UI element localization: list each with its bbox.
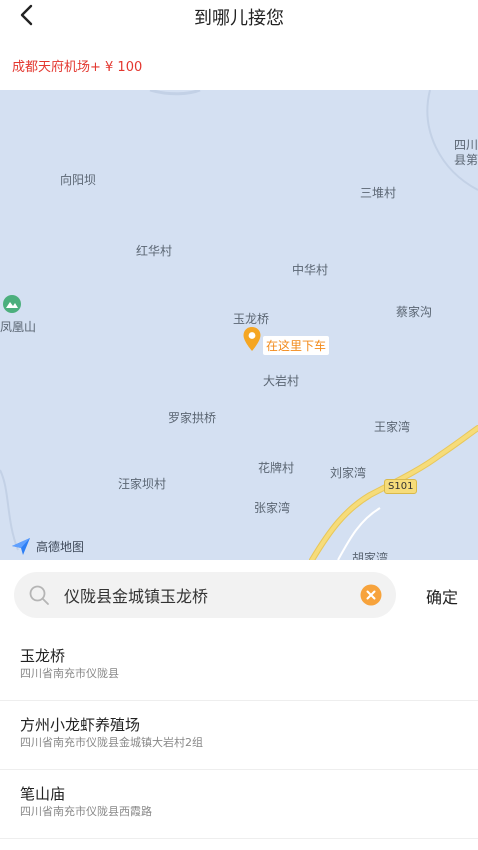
- price-info: 成都天府机场+ ¥ 100: [12, 60, 143, 75]
- mountain-icon: [3, 295, 21, 313]
- header: 到哪儿接您: [0, 0, 478, 32]
- place-label: 胡家湾: [352, 552, 389, 560]
- amap-logo-icon: [12, 538, 30, 555]
- place-label: 花牌村: [258, 461, 295, 475]
- search-box[interactable]: [14, 572, 396, 618]
- place-label: 张家湾: [254, 501, 291, 515]
- search-input[interactable]: [64, 572, 354, 618]
- road-badge: S101: [384, 479, 418, 494]
- result-address: 四川省南充市仪陇县金城镇大岩村2组: [20, 736, 203, 749]
- result-address: 四川省南充市仪陇县西霞路: [20, 805, 152, 818]
- place-label: 大岩村: [263, 374, 300, 388]
- result-name: 笔山庙: [20, 785, 66, 803]
- clear-icon[interactable]: [360, 584, 382, 606]
- result-address: 四川省南充市仪陇县: [20, 667, 119, 680]
- place-label: 罗家拱桥: [168, 411, 217, 425]
- place-label: 玉龙桥: [233, 312, 270, 326]
- result-name: 方州小龙虾养殖场: [20, 716, 141, 734]
- page-title: 到哪儿接您: [194, 8, 284, 29]
- place-label: 汪家坝村: [118, 477, 167, 491]
- map-logo-text: 高德地图: [36, 539, 85, 554]
- search-icon: [29, 585, 49, 605]
- place-label: 四川 县第: [454, 138, 478, 167]
- map-logo: 高德地图: [10, 536, 84, 556]
- result-name: 玉龙桥: [20, 647, 66, 665]
- list-item[interactable]: 方州小龙虾养殖场 四川省南充市仪陇县金城镇大岩村2组: [0, 701, 478, 770]
- location-pin-icon[interactable]: [242, 326, 262, 352]
- place-label: 刘家湾: [330, 466, 367, 480]
- map-view[interactable]: 向阳坝 三堆村 红华村 中华村 凤凰山 玉龙桥 蔡家沟 在这里下车 大岩村 罗家…: [0, 90, 478, 560]
- drop-off-label: 在这里下车: [263, 336, 330, 355]
- confirm-button[interactable]: 确定: [426, 584, 458, 608]
- place-label: 向阳坝: [60, 173, 97, 187]
- list-item[interactable]: 玉龙桥 四川省南充市仪陇县: [0, 632, 478, 701]
- result-list: 玉龙桥 四川省南充市仪陇县 方州小龙虾养殖场 四川省南充市仪陇县金城镇大岩村2组…: [0, 632, 478, 839]
- list-item[interactable]: 笔山庙 四川省南充市仪陇县西霞路: [0, 770, 478, 839]
- place-label: 三堆村: [360, 186, 397, 200]
- place-label: 红华村: [136, 244, 173, 258]
- place-label: 凤凰山: [0, 320, 37, 334]
- search-area: 确定: [0, 560, 478, 632]
- place-label: 中华村: [292, 263, 329, 277]
- place-label: 王家湾: [374, 420, 411, 434]
- place-label: 蔡家沟: [396, 305, 433, 319]
